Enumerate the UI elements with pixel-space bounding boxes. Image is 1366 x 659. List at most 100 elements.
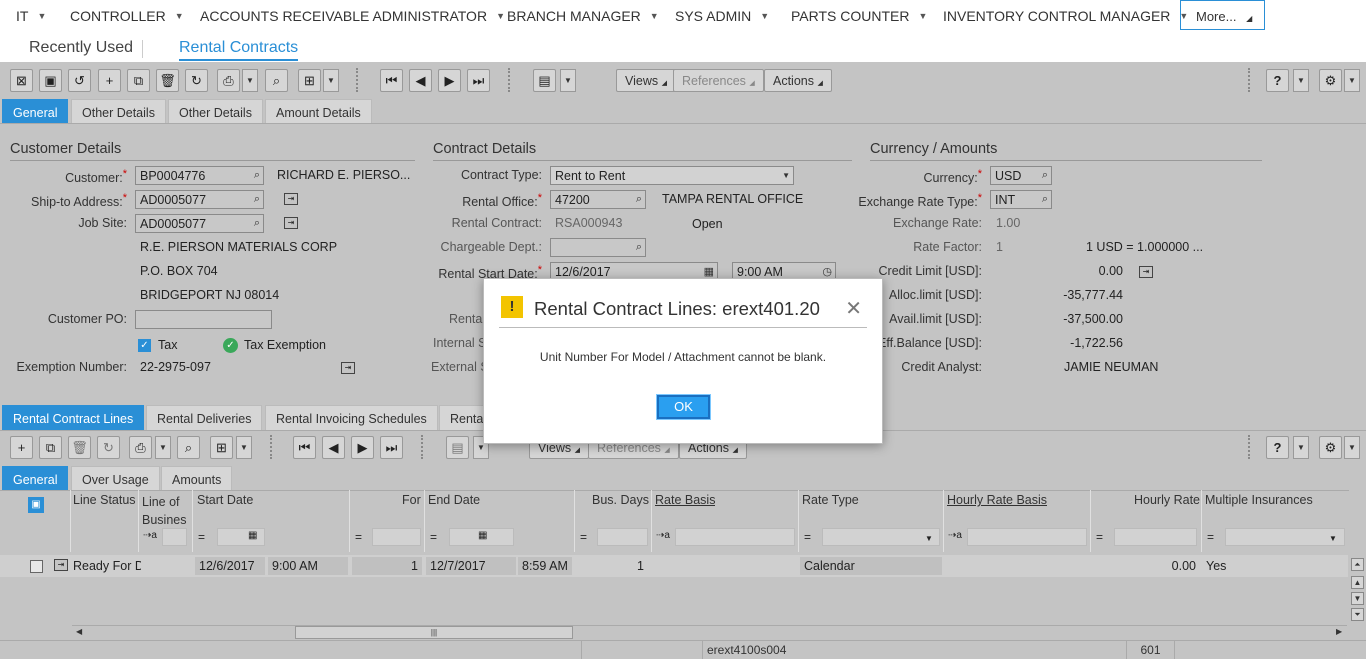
contract-type-select[interactable]: Rent to Rent ▼ xyxy=(550,166,794,185)
jobsite-field[interactable]: AD0005077 ⌕ xyxy=(135,214,264,233)
settings-gear-icon[interactable]: ⚙ xyxy=(1319,69,1342,92)
filter-input[interactable] xyxy=(217,528,265,546)
col-bus-days[interactable]: Bus. Days xyxy=(592,493,649,507)
help-icon[interactable]: ? xyxy=(1266,69,1289,92)
menu-it[interactable]: IT ▼ xyxy=(16,8,46,24)
filter-input[interactable] xyxy=(372,528,421,546)
customer-field[interactable]: BP0004776 ⌕ xyxy=(135,166,264,185)
tab-rental-deliveries[interactable]: Rental Deliveries xyxy=(146,405,263,430)
lookup-icon[interactable]: ⌕ xyxy=(254,193,260,206)
new-line-icon[interactable]: + xyxy=(10,436,33,459)
tab-amount-details[interactable]: Amount Details xyxy=(265,99,372,123)
prev-line-icon[interactable]: ◀ xyxy=(322,436,345,459)
export-line-icon[interactable]: ⊞ xyxy=(210,436,233,459)
equals-filter-icon[interactable]: = xyxy=(1207,530,1214,544)
filter-input[interactable] xyxy=(1114,528,1197,546)
lookup-icon[interactable]: ⌕ xyxy=(636,241,642,254)
last-record-icon[interactable]: ⏭ xyxy=(467,69,490,92)
lookup-icon[interactable]: ⌕ xyxy=(254,169,260,182)
calendar-icon[interactable]: ▦ xyxy=(478,530,487,541)
zoom-icon[interactable]: ⇥ xyxy=(1139,266,1153,278)
col-multiple-insurances[interactable]: Multiple Insurances xyxy=(1205,493,1313,507)
print-icon[interactable]: ⎙ xyxy=(217,69,240,92)
horizontal-scrollbar[interactable] xyxy=(72,625,1347,640)
col-hourly-rate-basis[interactable]: Hourly Rate Basis xyxy=(947,493,1047,507)
col-hourly-rate[interactable]: Hourly Rate xyxy=(1134,493,1200,507)
tab-recently-used[interactable]: Recently Used xyxy=(29,39,133,57)
chargeable-dept-field[interactable]: ⌕ xyxy=(550,238,646,257)
equals-filter-icon[interactable]: = xyxy=(355,530,362,544)
calendar-icon[interactable]: ▤ xyxy=(533,69,556,92)
equals-filter-icon[interactable]: = xyxy=(580,530,587,544)
close-icon[interactable]: ✕ xyxy=(845,296,862,321)
col-start-date[interactable]: Start Date xyxy=(197,493,253,507)
close-session-icon[interactable]: ⊠ xyxy=(10,69,33,92)
calendar-icon[interactable]: ▦ xyxy=(704,265,714,278)
settings-dropdown-icon[interactable]: ▼ xyxy=(1344,69,1360,92)
text-filter-icon[interactable]: ⇢a xyxy=(948,530,962,541)
export-excel-icon[interactable]: ⊞ xyxy=(298,69,321,92)
shipto-field[interactable]: AD0005077 ⌕ xyxy=(135,190,264,209)
col-for[interactable]: For xyxy=(402,493,421,507)
last-line-icon[interactable]: ⏭ xyxy=(380,436,403,459)
menu-branch-manager[interactable]: BRANCH MANAGER ▼ xyxy=(507,8,659,24)
zoom-icon[interactable]: ⇥ xyxy=(284,217,298,229)
scroll-top-icon[interactable]: ⏶ xyxy=(1351,558,1364,571)
clock-icon[interactable]: ◷ xyxy=(822,265,832,278)
menu-inventory-control[interactable]: INVENTORY CONTROL MANAGER ▼ xyxy=(943,8,1188,24)
tab-rental-contracts[interactable]: Rental Contracts xyxy=(179,39,299,61)
refresh-icon[interactable]: ↻ xyxy=(185,69,208,92)
delete-icon[interactable]: 🗑 xyxy=(156,69,179,92)
search-icon[interactable]: ⌕ xyxy=(265,69,288,92)
text-filter-icon[interactable]: ⇢a xyxy=(143,530,157,541)
filter-input[interactable] xyxy=(675,528,795,546)
exrate-type-field[interactable]: INT ⌕ xyxy=(990,190,1052,209)
filter-input[interactable] xyxy=(967,528,1087,546)
duplicate-line-icon[interactable]: ⧉ xyxy=(39,436,62,459)
line-tab-amounts[interactable]: Amounts xyxy=(161,466,233,490)
print-dropdown-icon[interactable]: ▼ xyxy=(242,69,258,92)
equals-filter-icon[interactable]: = xyxy=(430,530,437,544)
next-record-icon[interactable]: ▶ xyxy=(438,69,461,92)
col-end-date[interactable]: End Date xyxy=(428,493,480,507)
filter-input[interactable] xyxy=(162,528,187,546)
next-line-icon[interactable]: ▶ xyxy=(351,436,374,459)
views-button[interactable]: Views ◢ xyxy=(616,69,676,92)
ok-button[interactable]: OK xyxy=(656,394,711,420)
scroll-down-icon[interactable]: ▼ xyxy=(1351,592,1364,605)
zoom-icon[interactable]: ⇥ xyxy=(284,193,298,205)
export-dropdown-icon[interactable]: ▼ xyxy=(323,69,339,92)
scroll-up-icon[interactable]: ▲ xyxy=(1351,576,1364,589)
equals-filter-icon[interactable]: = xyxy=(198,530,205,544)
more-button[interactable]: More... ◢ xyxy=(1180,0,1265,30)
scroll-thumb[interactable]: ||| xyxy=(295,626,573,639)
print-line-dropdown-icon[interactable]: ▼ xyxy=(155,436,171,459)
equals-filter-icon[interactable]: = xyxy=(1096,530,1103,544)
filter-select[interactable] xyxy=(822,528,940,546)
first-record-icon[interactable]: ⏮ xyxy=(380,69,403,92)
line-tab-over-usage[interactable]: Over Usage xyxy=(71,466,160,490)
line-tab-general[interactable]: General xyxy=(2,466,69,490)
menu-sys-admin[interactable]: SYS ADMIN ▼ xyxy=(675,8,769,24)
text-filter-icon[interactable]: ⇢a xyxy=(656,530,670,541)
undo-icon[interactable]: ↺ xyxy=(68,69,91,92)
menu-ar-admin[interactable]: ACCOUNTS RECEIVABLE ADMINISTRATOR ▼ xyxy=(200,8,505,24)
search-line-icon[interactable]: ⌕ xyxy=(177,436,200,459)
scroll-left-icon[interactable]: ◀ xyxy=(76,627,82,636)
tab-other-details-1[interactable]: Other Details xyxy=(71,99,166,123)
calendar-icon[interactable]: ▦ xyxy=(248,530,257,541)
refresh-line-icon[interactable]: ↻ xyxy=(97,436,120,459)
save-icon[interactable]: ▣ xyxy=(39,69,62,92)
menu-controller[interactable]: CONTROLLER ▼ xyxy=(70,8,184,24)
delete-line-icon[interactable]: 🗑 xyxy=(68,436,91,459)
help-dropdown-icon[interactable]: ▼ xyxy=(1293,69,1309,92)
lookup-icon[interactable]: ⌕ xyxy=(636,193,642,206)
tax-checkbox[interactable]: ✓ xyxy=(138,339,151,352)
duplicate-icon[interactable]: ⧉ xyxy=(127,69,150,92)
lines-settings-dropdown-icon[interactable]: ▼ xyxy=(1344,436,1360,459)
select-all-checkbox[interactable]: ▣ xyxy=(28,497,44,513)
currency-field[interactable]: USD ⌕ xyxy=(990,166,1052,185)
zoom-icon[interactable]: ⇥ xyxy=(54,559,68,571)
col-rate-type[interactable]: Rate Type xyxy=(802,493,859,507)
lines-help-icon[interactable]: ? xyxy=(1266,436,1289,459)
